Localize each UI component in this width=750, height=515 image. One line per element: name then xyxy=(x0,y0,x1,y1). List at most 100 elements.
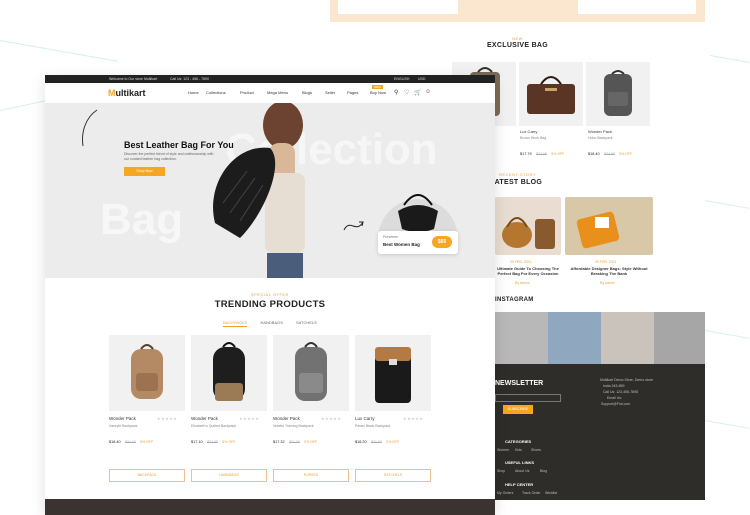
product-desc: Pastel Black Backpack xyxy=(355,424,391,428)
instagram-title: INSTAGRAM xyxy=(495,297,534,303)
blog-kicker: RECENT STORY xyxy=(498,172,537,177)
tab-backpacks[interactable]: BACKPACKS xyxy=(223,320,248,327)
decor-line xyxy=(709,55,750,63)
footer-link[interactable]: Wishlist xyxy=(545,491,557,495)
contact-line: Support@Fiot.com xyxy=(601,402,631,406)
bag-name: Lux Carry xyxy=(520,129,538,134)
blog-image[interactable] xyxy=(565,197,653,255)
product-desc: Noteful Training Backpack xyxy=(273,424,314,428)
bag-price: $18.40 xyxy=(588,152,600,156)
decor-line xyxy=(704,330,750,339)
footer-newsletter: NEWSLETTER SUBSCRIBE Multikart Demo Stor… xyxy=(495,364,705,500)
product-discount: 5% OFF xyxy=(222,440,236,444)
product-discount: 5% OFF xyxy=(386,440,400,444)
user-icon[interactable]: ☺ xyxy=(425,89,431,95)
nav-mega-menu[interactable]: Mega Menu xyxy=(267,90,288,95)
instagram-image[interactable] xyxy=(495,312,548,364)
nav-home[interactable]: Home xyxy=(188,90,199,95)
popup-card: Purseeee Best Women Bag $65 xyxy=(378,231,458,254)
bag-old-price: $24.88 xyxy=(604,152,615,156)
product-price: $16.20 xyxy=(355,440,367,444)
footer-link[interactable]: Kids xyxy=(515,448,522,452)
blog-title: LATEST BLOG xyxy=(490,179,543,186)
search-icon[interactable]: ⚲ xyxy=(394,89,398,96)
product-old-price: $24.00 xyxy=(125,440,136,444)
footer-link[interactable]: Shoes xyxy=(531,448,541,452)
blog-post-title[interactable]: Ultimate Guide To Choosing The Perfect B… xyxy=(495,266,561,276)
hero-title: Best Leather Bag For You xyxy=(124,140,234,150)
backpack-image xyxy=(213,342,245,401)
currency-select[interactable]: USD xyxy=(418,77,425,81)
blog-image[interactable] xyxy=(495,197,561,255)
category-button-satchels[interactable]: SATCHELS xyxy=(355,469,431,482)
hero-banner: Collection Bag Best Leather Bag For You … xyxy=(45,103,495,278)
product-card[interactable] xyxy=(519,62,583,126)
footer-categories-title: CATEGORIES xyxy=(505,439,532,444)
instagram-image[interactable] xyxy=(548,312,601,364)
tab-handbags[interactable]: HANDBAGS xyxy=(260,320,282,325)
product-card[interactable] xyxy=(109,335,185,411)
category-button-handbags[interactable]: HANDBAGS xyxy=(191,469,267,482)
footer-link[interactable]: About Us xyxy=(515,469,529,473)
blog-link[interactable]: By Admin xyxy=(600,281,615,285)
phone-text: Call Us: 123 - 456 - 7890 xyxy=(170,77,209,81)
footer-link[interactable]: Blog xyxy=(540,469,547,473)
nav-new-badge: NEW xyxy=(372,85,383,89)
product-card[interactable] xyxy=(355,335,431,411)
featured-product-popup[interactable]: Purseeee Best Women Bag $65 xyxy=(378,194,458,254)
footer-link[interactable]: My Orders xyxy=(497,491,513,495)
hero-model-image xyxy=(213,103,305,278)
category-button-purses[interactable]: PURSES xyxy=(273,469,349,482)
category-tabs: BACKPACKS HANDBAGS SATCHELS xyxy=(45,320,495,327)
rating-stars: ★★★★★ xyxy=(321,416,342,421)
front-page-preview: Welcome to Our store Multikart Call Us: … xyxy=(45,75,495,515)
product-price: $17.10 xyxy=(191,440,203,444)
product-price: $18.40 xyxy=(109,440,121,444)
footer-link[interactable]: Shop xyxy=(497,469,505,473)
newsletter-title: NEWSLETTER xyxy=(495,380,544,387)
product-discount: 5% OFF xyxy=(304,440,318,444)
product-card[interactable] xyxy=(586,62,650,126)
blog-post-title[interactable]: Affordable Designer Bags: Style Without … xyxy=(565,266,653,276)
nav-product[interactable]: Product xyxy=(240,90,254,95)
nav-buy-now[interactable]: Buy Now xyxy=(370,90,386,95)
popup-name: Best Women Bag xyxy=(383,242,420,247)
nav-pages[interactable]: Pages xyxy=(347,90,358,95)
bottom-banner-strip xyxy=(45,499,495,515)
newsletter-email-input[interactable] xyxy=(495,394,561,402)
exclusive-title: EXCLUSIVE BAG xyxy=(486,42,549,49)
product-desc: Elizabeth's Quilted Backpack xyxy=(191,424,237,428)
bag-image xyxy=(604,70,632,116)
language-select[interactable]: ENGLISH xyxy=(394,77,409,81)
rating-stars: ★★★★★ xyxy=(403,416,424,421)
nav-blogs[interactable]: Blogs xyxy=(302,90,312,95)
product-card[interactable] xyxy=(273,335,349,411)
tab-satchels[interactable]: SATCHELS xyxy=(296,320,317,325)
bag-price-row: $18.40 $24.88 5% OFF xyxy=(588,142,632,160)
product-card[interactable] xyxy=(191,335,267,411)
bag-desc: Brown Work Bag xyxy=(520,136,547,140)
popup-price: $65 xyxy=(432,236,452,248)
top-bar: Welcome to Our store Multikart Call Us: … xyxy=(45,75,495,83)
footer-link[interactable]: Women xyxy=(497,448,509,452)
nav-seller[interactable]: Seller xyxy=(325,90,335,95)
shop-now-button[interactable]: Shop Now xyxy=(124,167,165,176)
contact-line: Call Us: 123-456-7898 xyxy=(603,390,639,394)
category-button-backpack[interactable]: BACKPACK xyxy=(109,469,185,482)
trending-title: TRENDING PRODUCTS xyxy=(214,299,326,310)
logo[interactable]: Multikart xyxy=(108,88,146,98)
instagram-image[interactable] xyxy=(654,312,705,364)
instagram-image[interactable] xyxy=(601,312,654,364)
logo-text: ultikart xyxy=(115,88,146,98)
backpack-image xyxy=(131,344,163,399)
bag-desc: Hobo Backpack xyxy=(588,136,613,140)
heart-icon[interactable]: ♡ xyxy=(404,89,409,96)
blog-link[interactable]: By Admin xyxy=(515,281,530,285)
subscribe-button[interactable]: SUBSCRIBE xyxy=(503,405,533,414)
nav-collections[interactable]: Collections xyxy=(206,90,226,95)
product-old-price: $21.00 xyxy=(289,440,300,444)
trending-kicker: SPECIAL OFFER xyxy=(251,292,289,297)
hero-watermark: Bag xyxy=(100,195,184,244)
cart-icon[interactable]: 🛒 xyxy=(414,89,421,96)
footer-link[interactable]: Track Order xyxy=(522,491,541,495)
